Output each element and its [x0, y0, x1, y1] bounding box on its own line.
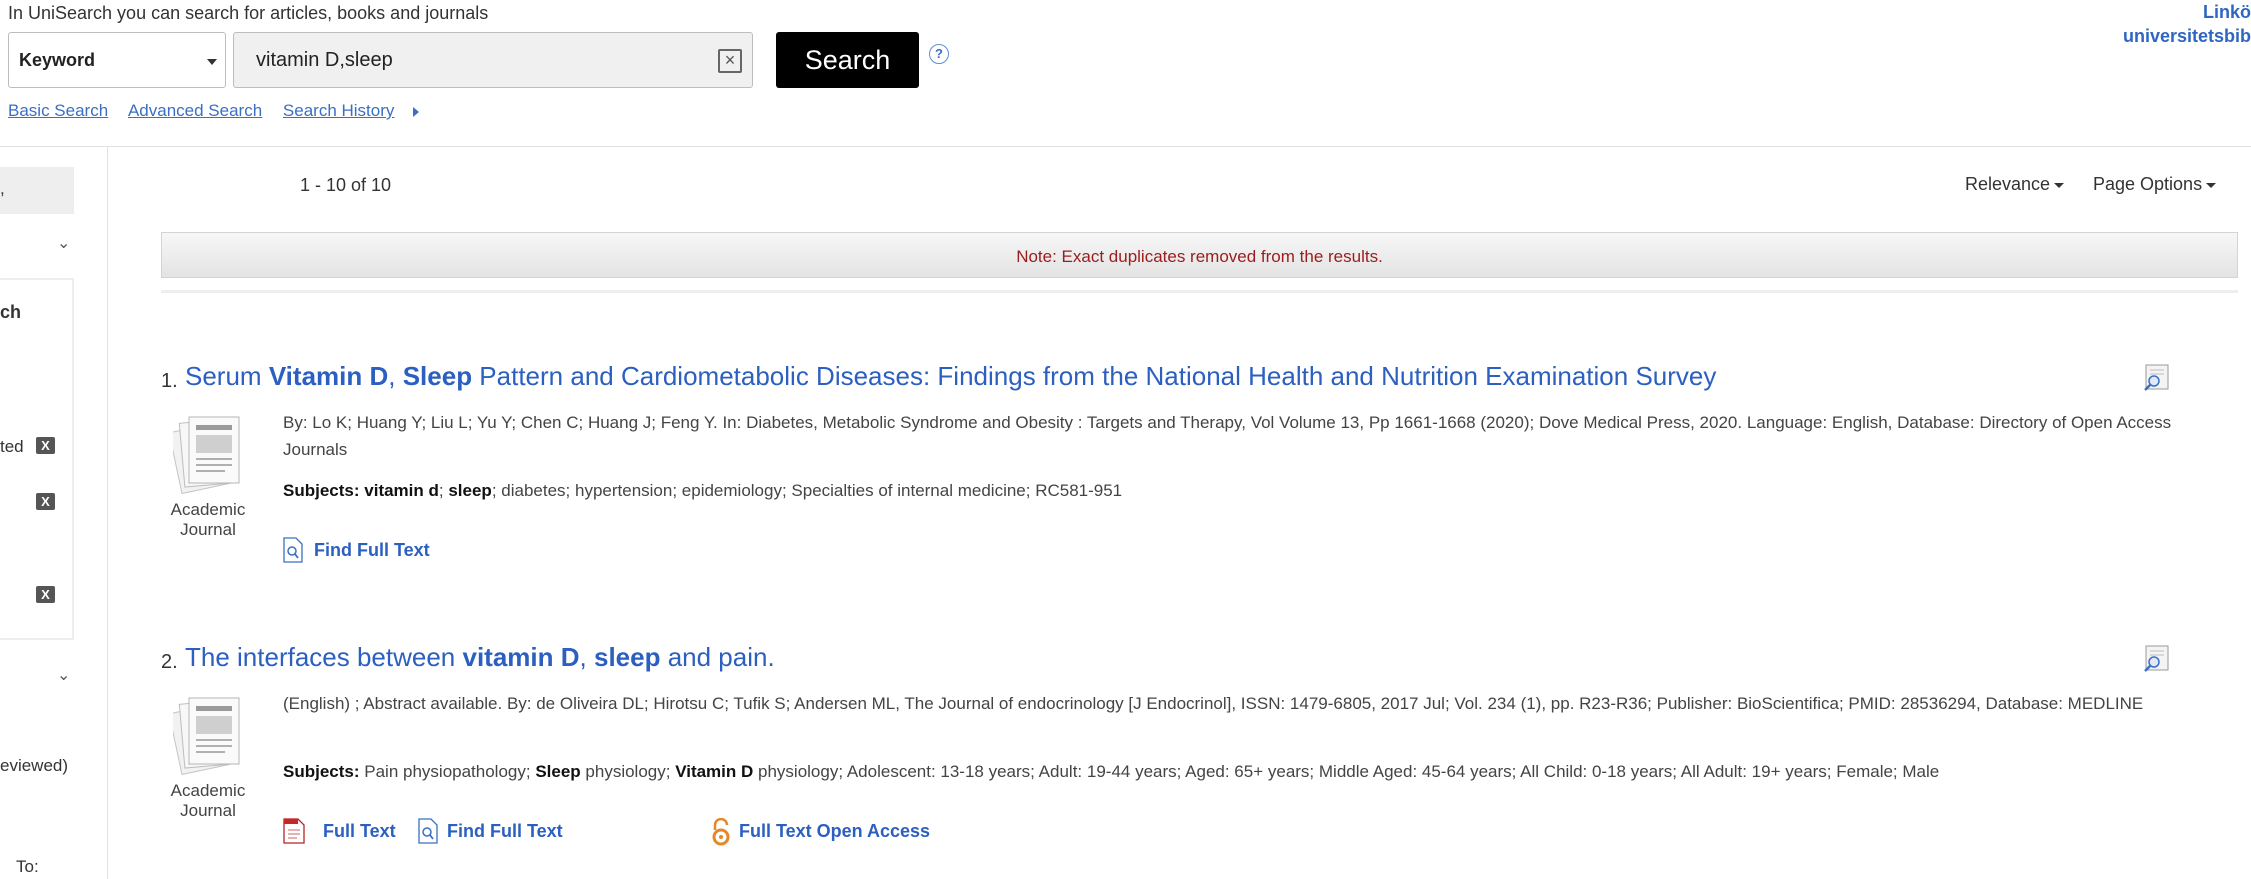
result-links: Find Full Text — [283, 537, 1283, 570]
result-metadata: By: Lo K; Huang Y; Liu L; Yu Y; Chen C; … — [283, 413, 2172, 459]
pdf-full-text-icon[interactable] — [283, 818, 305, 844]
find-full-text-link[interactable]: Find Full Text — [447, 821, 563, 842]
preview-magnifier-icon[interactable] — [2142, 644, 2172, 672]
search-mode-links: Basic Search Advanced Search Search Hist… — [8, 101, 420, 121]
dropdown-arrow-icon — [207, 59, 217, 65]
help-icon[interactable]: ? — [929, 44, 949, 64]
result-subjects: Subjects: vitamin d; sleep; diabetes; hy… — [283, 481, 1123, 500]
sidebar-peer-reviewed-fragment[interactable]: eviewed) — [0, 756, 68, 776]
search-intro-text: In UniSearch you can search for articles… — [8, 3, 489, 23]
search-query-text: vitamin D,sleep — [256, 49, 393, 71]
sidebar-filter-fragment: ted — [0, 437, 24, 456]
page-options-label: Page Options — [2093, 174, 2203, 194]
result-metadata: (English) ; Abstract available. By: de O… — [283, 694, 2144, 713]
preview-magnifier-icon[interactable] — [2142, 363, 2172, 391]
sidebar-divider — [107, 147, 108, 879]
results-divider — [161, 290, 2238, 293]
duplicates-note: Note: Exact duplicates removed from the … — [161, 232, 2238, 278]
library-name[interactable]: Linkö universitetsbib — [2123, 0, 2251, 48]
result-links: Full Text Find Full Text Full Text Open … — [283, 818, 1283, 851]
chevron-down-icon — [2206, 182, 2217, 188]
sidebar-search-box[interactable]: , — [0, 167, 74, 214]
result-number: 1. — [161, 370, 178, 392]
search-field-value: Keyword — [19, 50, 96, 70]
find-full-text-link[interactable]: Find Full Text — [314, 540, 430, 561]
search-field-select[interactable]: Keyword — [8, 32, 226, 88]
relevance-sort-dropdown[interactable]: Relevance — [1965, 174, 2065, 195]
sidebar-date-to-label: To: — [16, 857, 39, 876]
remove-filter-icon[interactable]: X — [36, 586, 55, 603]
sidebar-chevron-down-icon[interactable]: ⌄ — [57, 233, 70, 253]
find-full-text-icon[interactable] — [418, 818, 438, 844]
publication-type-label: Academic Journal — [170, 781, 246, 820]
sidebar-heading-fragment: ch — [0, 302, 22, 322]
academic-journal-icon — [173, 697, 240, 776]
relevance-label: Relevance — [1965, 174, 2051, 194]
library-name-line2[interactable]: universitetsbib — [2123, 24, 2251, 48]
remove-filter-icon[interactable]: X — [36, 493, 55, 510]
open-access-full-text-link[interactable]: Full Text Open Access — [739, 821, 930, 842]
sidebar-chevron-down-icon[interactable]: ⌄ — [57, 665, 70, 685]
result-title-link[interactable]: The interfaces between vitamin D, sleep … — [185, 642, 775, 673]
remove-filter-icon[interactable]: X — [36, 437, 55, 454]
open-access-lock-icon[interactable] — [710, 818, 732, 846]
basic-search-link[interactable]: Basic Search — [8, 101, 108, 120]
page-options-dropdown[interactable]: Page Options — [2093, 174, 2217, 195]
pdf-full-text-link[interactable]: Full Text — [323, 821, 396, 842]
academic-journal-icon — [173, 416, 240, 495]
search-button[interactable]: Search — [776, 32, 919, 88]
find-full-text-icon[interactable] — [283, 537, 303, 563]
result-title-link[interactable]: Serum Vitamin D, Sleep Pattern and Cardi… — [185, 361, 1716, 392]
duplicates-note-text: Note: Exact duplicates removed from the … — [1016, 247, 1383, 266]
result-number: 2. — [161, 651, 178, 673]
search-history-link[interactable]: Search History — [283, 101, 394, 120]
library-name-line1[interactable]: Linkö — [2123, 0, 2251, 24]
result-subjects: Subjects: Pain physiopathology; Sleep ph… — [283, 762, 1940, 781]
header-divider — [0, 146, 2251, 147]
chevron-down-icon — [2054, 182, 2065, 188]
clear-search-icon[interactable]: × — [718, 49, 742, 73]
advanced-search-link[interactable]: Advanced Search — [128, 101, 262, 120]
search-history-caret-icon — [413, 106, 420, 117]
search-input[interactable]: vitamin D,sleep — [233, 32, 753, 88]
publication-type-label: Academic Journal — [170, 500, 246, 539]
results-count: 1 - 10 of 10 — [300, 175, 392, 195]
